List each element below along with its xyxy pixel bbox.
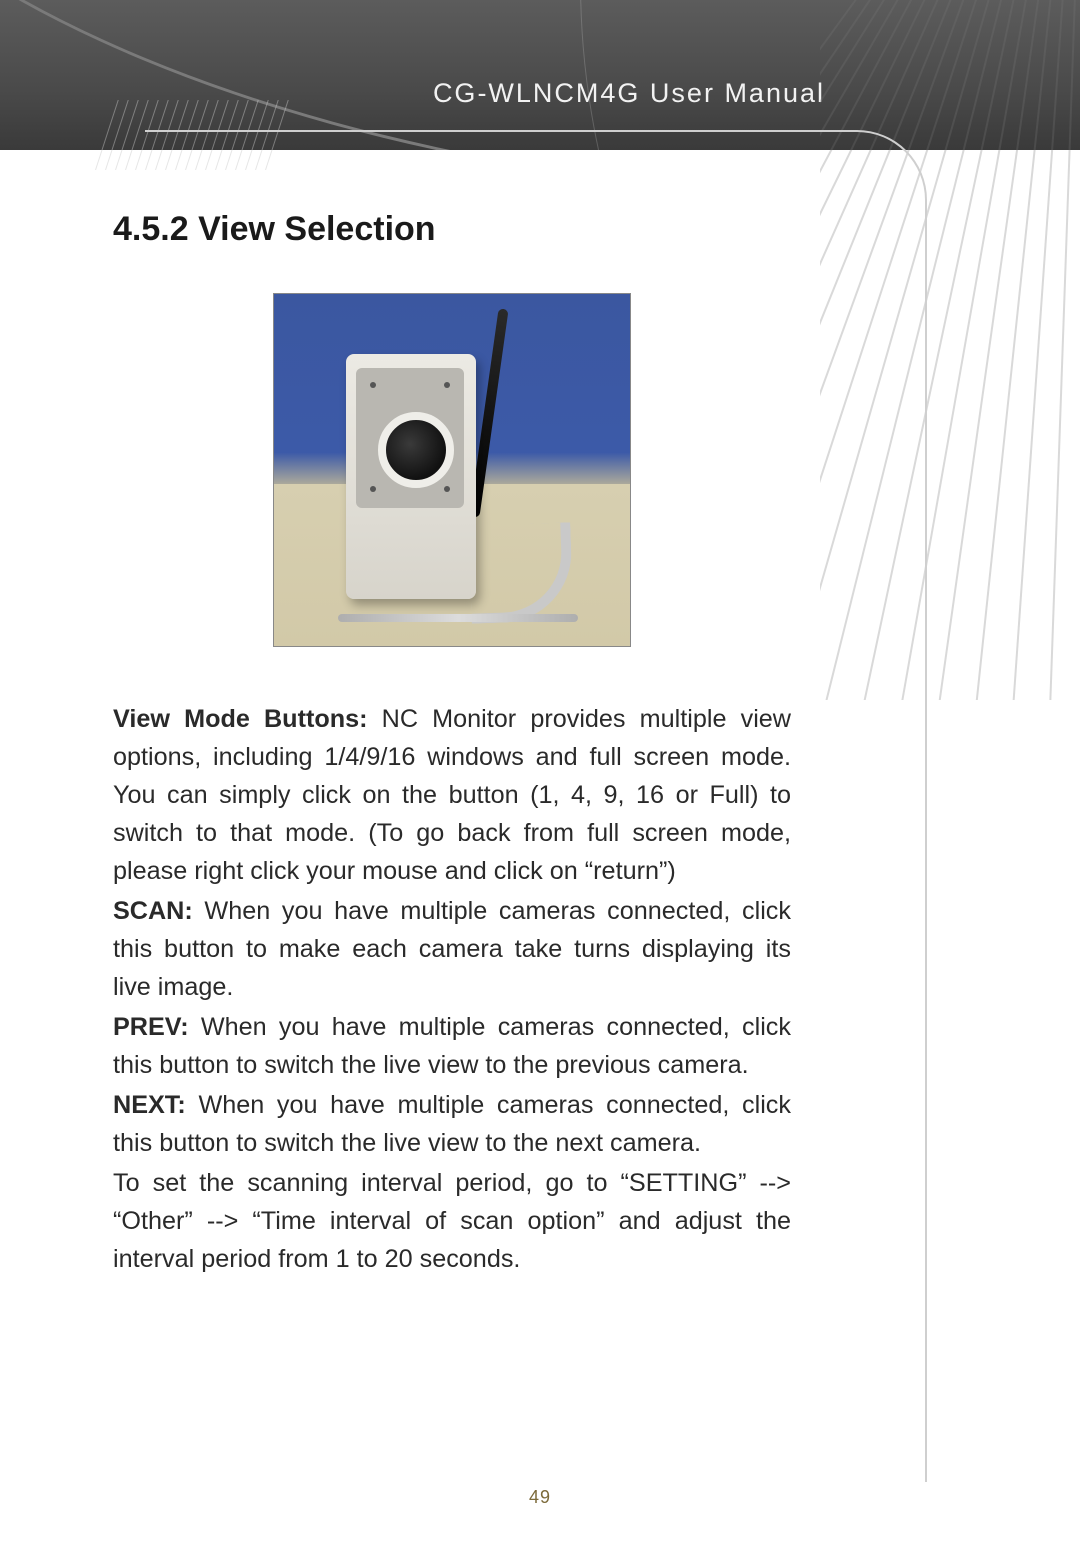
content-column: 4.5.2 View Selection [113, 210, 791, 1280]
figure [113, 293, 791, 652]
text-interval: To set the scanning interval period, go … [113, 1169, 791, 1273]
decorative-hatch-small: // (no-op placeholder; real lines below … [95, 100, 315, 170]
para-next: NEXT: When you have multiple cameras con… [113, 1086, 791, 1162]
label-next: NEXT: [113, 1091, 186, 1119]
text-next: When you have multiple cameras connected… [113, 1091, 791, 1157]
section-number: 4.5.2 [113, 210, 189, 248]
body-text: View Mode Buttons: NC Monitor provides m… [113, 700, 791, 1278]
header-title: CG-WLNCM4G User Manual [433, 78, 825, 109]
label-prev: PREV: [113, 1013, 189, 1041]
camera-photo [273, 293, 631, 647]
para-interval: To set the scanning interval period, go … [113, 1164, 791, 1278]
para-prev: PREV: When you have multiple cameras con… [113, 1008, 791, 1084]
section-heading: 4.5.2 View Selection [113, 210, 791, 249]
label-view-mode: View Mode Buttons: [113, 705, 368, 733]
manual-page: CG-WLNCM4G User Manual // (no-op placeho… [0, 0, 1080, 1548]
text-prev: When you have multiple cameras connected… [113, 1013, 791, 1079]
text-scan: When you have multiple cameras connected… [113, 897, 791, 1001]
para-view-mode: View Mode Buttons: NC Monitor provides m… [113, 700, 791, 890]
para-scan: SCAN: When you have multiple cameras con… [113, 892, 791, 1006]
section-title: View Selection [198, 210, 435, 248]
page-number: 49 [0, 1487, 1080, 1508]
label-scan: SCAN: [113, 897, 193, 925]
